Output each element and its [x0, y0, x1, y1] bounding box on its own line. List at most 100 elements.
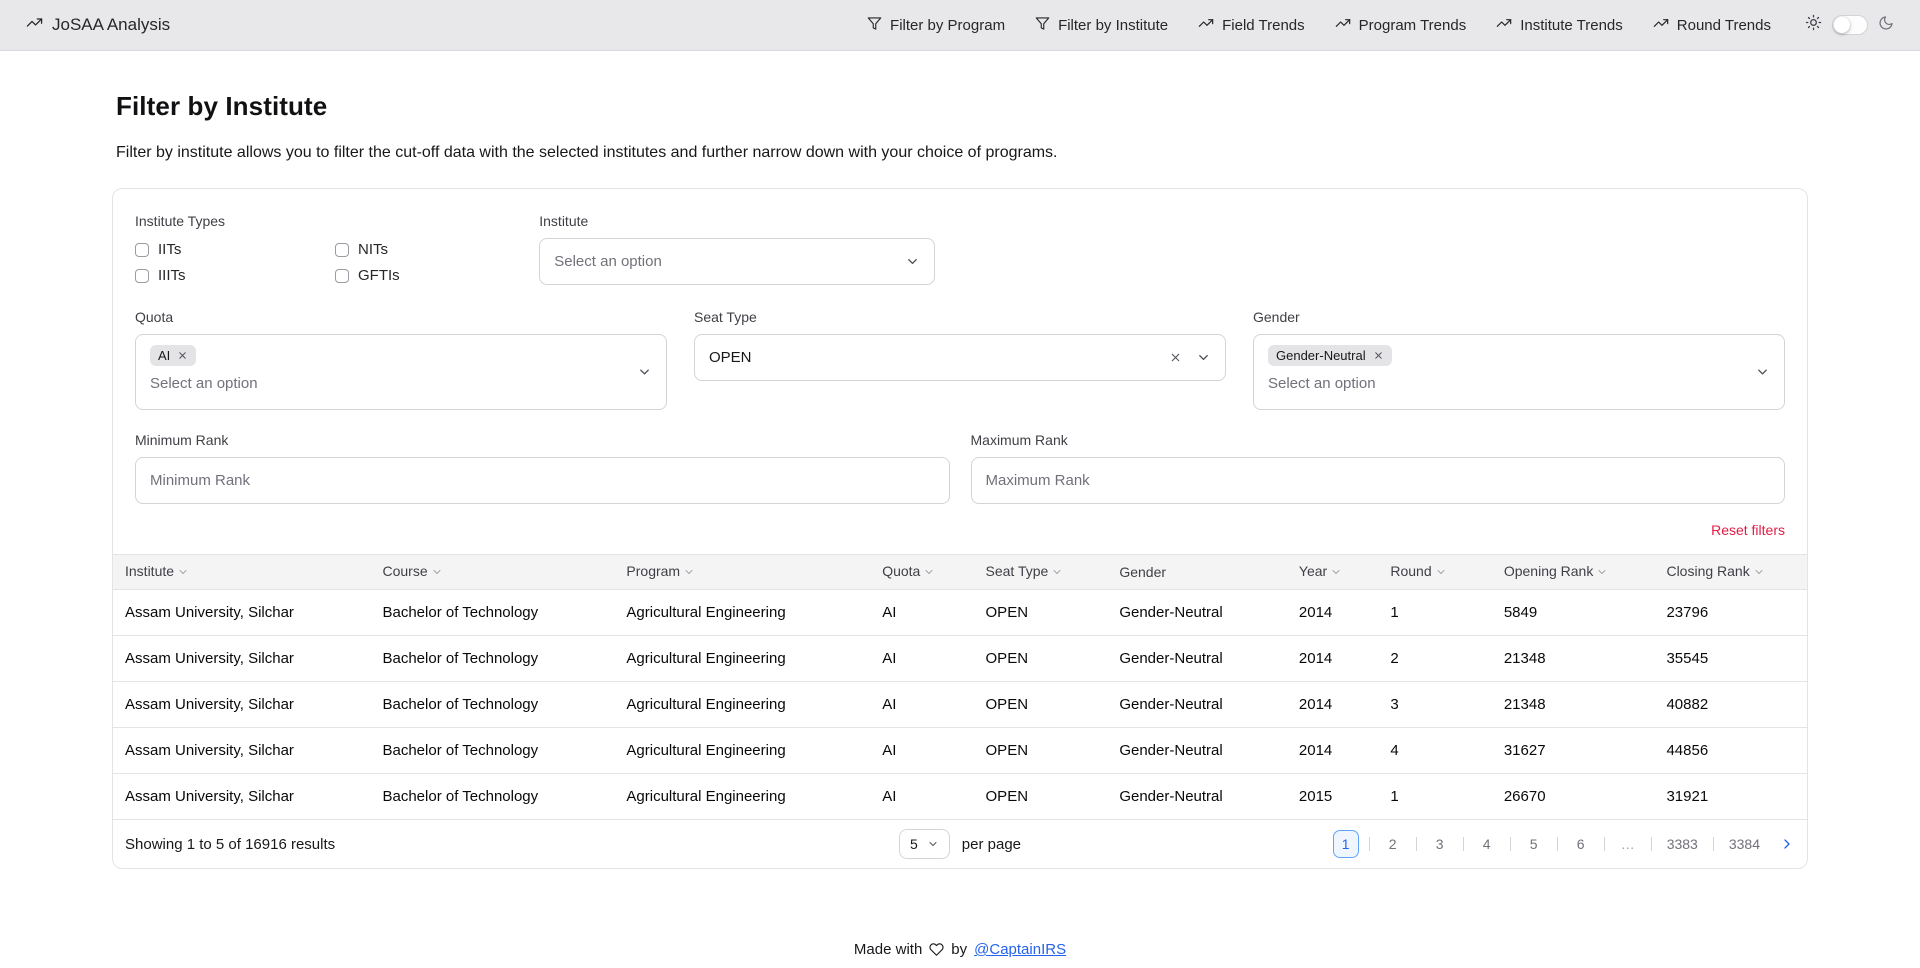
- page-button-3[interactable]: 3: [1427, 830, 1453, 858]
- checkbox-box[interactable]: [135, 269, 149, 283]
- column-header-closing-rank[interactable]: Closing Rank: [1654, 555, 1807, 590]
- cell-closing-rank: 31921: [1654, 774, 1807, 820]
- site-footer: Made with by @CaptainIRS: [0, 941, 1920, 958]
- cell-institute: Assam University, Silchar: [113, 590, 370, 636]
- trend-icon: [1198, 15, 1214, 35]
- minimum-rank-group: Minimum Rank: [135, 432, 950, 504]
- table-row: Assam University, Silchar Bachelor of Te…: [113, 774, 1807, 820]
- trend-icon: [26, 14, 43, 36]
- results-summary: Showing 1 to 5 of 16916 results: [125, 836, 899, 853]
- cell-institute: Assam University, Silchar: [113, 682, 370, 728]
- maximum-rank-input[interactable]: [971, 457, 1786, 504]
- cell-course: Bachelor of Technology: [370, 682, 614, 728]
- column-header-seat-type[interactable]: Seat Type: [974, 555, 1108, 590]
- quota-tag: AI: [150, 345, 196, 366]
- cell-program: Agricultural Engineering: [614, 728, 870, 774]
- trend-icon: [1653, 15, 1669, 35]
- reset-filters-link[interactable]: Reset filters: [1711, 522, 1785, 538]
- cell-institute: Assam University, Silchar: [113, 774, 370, 820]
- cell-year: 2014: [1287, 682, 1378, 728]
- checkbox-gftis[interactable]: GFTIs: [335, 267, 535, 284]
- cell-closing-rank: 40882: [1654, 682, 1807, 728]
- sort-icon: [1051, 565, 1063, 581]
- nav-item-institute-trends[interactable]: Institute Trends: [1496, 15, 1623, 35]
- checkbox-iiits[interactable]: IIITs: [135, 267, 335, 284]
- per-page-select[interactable]: 5: [899, 829, 950, 859]
- sort-icon: [1596, 565, 1608, 581]
- gender-tag: Gender-Neutral: [1268, 345, 1392, 366]
- quota-group: Quota AI Select an option: [135, 309, 667, 410]
- column-header-institute[interactable]: Institute: [113, 555, 370, 590]
- clear-icon[interactable]: [1169, 351, 1182, 364]
- quota-multiselect[interactable]: AI Select an option: [135, 334, 667, 410]
- cell-round: 1: [1378, 590, 1491, 636]
- filter-and-results-card: Institute Types IITs NITs IIITs: [112, 188, 1808, 869]
- column-header-year[interactable]: Year: [1287, 555, 1378, 590]
- page-button-6[interactable]: 6: [1568, 830, 1594, 858]
- column-header-quota[interactable]: Quota: [870, 555, 973, 590]
- institute-select[interactable]: Select an option: [539, 238, 935, 285]
- cell-opening-rank: 26670: [1492, 774, 1655, 820]
- brand[interactable]: JoSAA Analysis: [26, 14, 170, 36]
- seat-type-value: OPEN: [709, 349, 752, 366]
- page-button-1[interactable]: 1: [1333, 830, 1359, 858]
- page-button-5[interactable]: 5: [1521, 830, 1547, 858]
- checkbox-nits[interactable]: NITs: [335, 241, 535, 258]
- institute-types-label: Institute Types: [135, 213, 539, 229]
- checkbox-box[interactable]: [335, 243, 349, 257]
- sort-icon: [177, 565, 189, 581]
- cell-seat-type: OPEN: [974, 682, 1108, 728]
- per-page-label: per page: [962, 836, 1021, 853]
- cell-quota: AI: [870, 728, 973, 774]
- seat-type-select[interactable]: OPEN: [694, 334, 1226, 381]
- sort-icon: [923, 565, 935, 581]
- nav-item-program-trends[interactable]: Program Trends: [1335, 15, 1467, 35]
- next-page-button[interactable]: [1779, 836, 1795, 852]
- quota-label: Quota: [135, 309, 667, 325]
- cell-quota: AI: [870, 590, 973, 636]
- checkbox-box[interactable]: [335, 269, 349, 283]
- gender-multiselect[interactable]: Gender-Neutral Select an option: [1253, 334, 1785, 410]
- page-button-2[interactable]: 2: [1380, 830, 1406, 858]
- page-button-4[interactable]: 4: [1474, 830, 1500, 858]
- sort-icon: [1435, 565, 1447, 581]
- cell-seat-type: OPEN: [974, 590, 1108, 636]
- nav-item-filter-by-program[interactable]: Filter by Program: [867, 16, 1005, 35]
- page-button-3383[interactable]: 3383: [1662, 830, 1703, 858]
- column-header-opening-rank[interactable]: Opening Rank: [1492, 555, 1655, 590]
- column-header-gender[interactable]: Gender: [1107, 555, 1287, 590]
- nav-item-field-trends[interactable]: Field Trends: [1198, 15, 1305, 35]
- nav-item-round-trends[interactable]: Round Trends: [1653, 15, 1771, 35]
- maximum-rank-label: Maximum Rank: [971, 432, 1786, 448]
- cell-institute: Assam University, Silchar: [113, 728, 370, 774]
- column-header-round[interactable]: Round: [1378, 555, 1491, 590]
- theme-toggle[interactable]: [1832, 15, 1868, 35]
- page-separator: [1557, 837, 1558, 851]
- cell-quota: AI: [870, 774, 973, 820]
- cell-seat-type: OPEN: [974, 774, 1108, 820]
- cell-course: Bachelor of Technology: [370, 728, 614, 774]
- remove-tag-icon[interactable]: [1373, 350, 1384, 361]
- results-table: Institute Course Program Quota Seat Type…: [113, 554, 1807, 819]
- page-button-3384[interactable]: 3384: [1724, 830, 1765, 858]
- column-header-program[interactable]: Program: [614, 555, 870, 590]
- cell-program: Agricultural Engineering: [614, 682, 870, 728]
- cell-gender: Gender-Neutral: [1107, 774, 1287, 820]
- institute-group: Institute Select an option: [539, 213, 935, 285]
- checkbox-box[interactable]: [135, 243, 149, 257]
- column-header-course[interactable]: Course: [370, 555, 614, 590]
- checkbox-iits[interactable]: IITs: [135, 241, 335, 258]
- filters-panel: Institute Types IITs NITs IIITs: [113, 189, 1807, 554]
- minimum-rank-input[interactable]: [135, 457, 950, 504]
- remove-tag-icon[interactable]: [177, 350, 188, 361]
- page-separator: [1510, 837, 1511, 851]
- heart-icon: [929, 942, 944, 957]
- nav-item-filter-by-institute[interactable]: Filter by Institute: [1035, 16, 1168, 35]
- cell-year: 2015: [1287, 774, 1378, 820]
- toggle-knob: [1834, 17, 1850, 33]
- cell-year: 2014: [1287, 636, 1378, 682]
- author-link[interactable]: @CaptainIRS: [974, 941, 1066, 958]
- cell-opening-rank: 5849: [1492, 590, 1655, 636]
- moon-icon: [1878, 15, 1894, 36]
- cell-opening-rank: 21348: [1492, 636, 1655, 682]
